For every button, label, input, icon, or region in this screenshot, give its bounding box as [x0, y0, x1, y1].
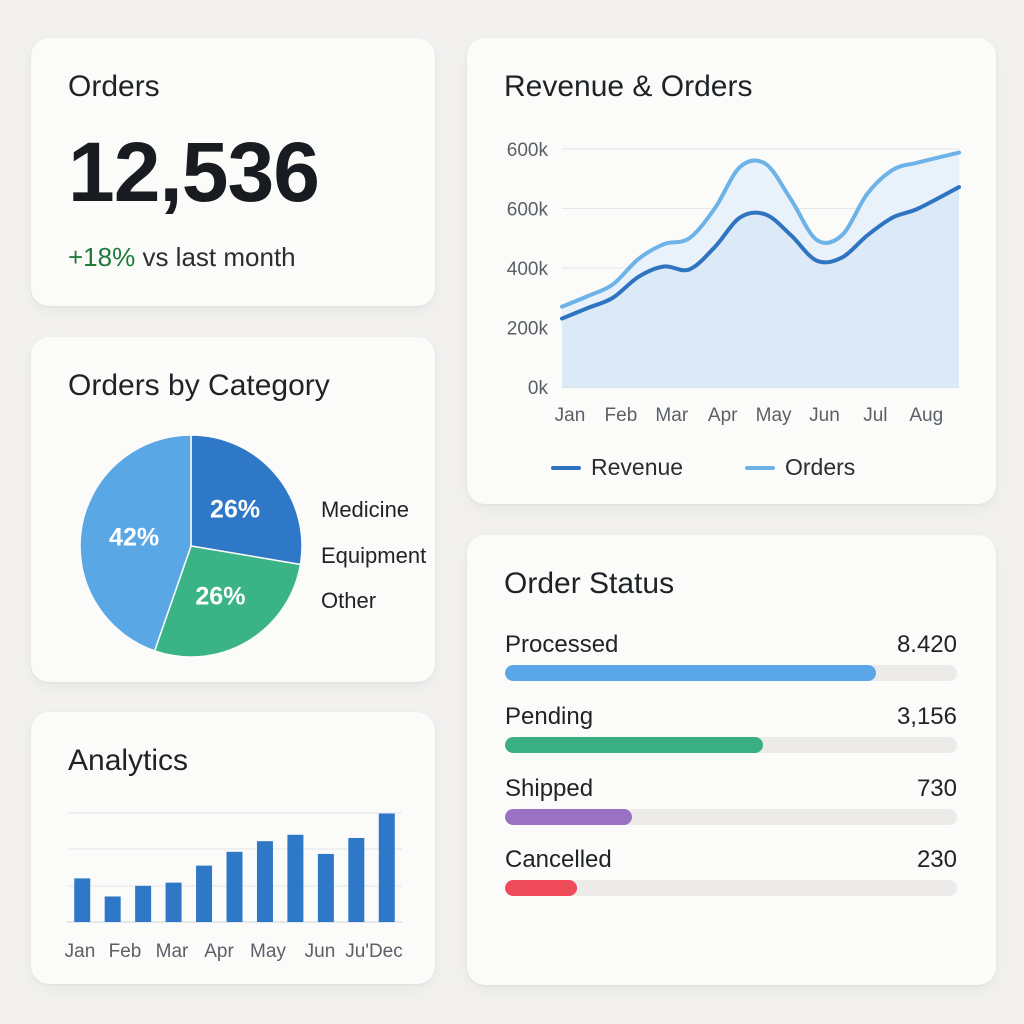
analytics-bar: [196, 865, 213, 922]
analytics-bar: [317, 853, 334, 922]
x-tick-label: Apr: [708, 405, 738, 426]
status-track-cancelled: [505, 880, 957, 896]
status-label-processed: Processed: [505, 631, 619, 658]
x-tick-label: Feb: [605, 405, 638, 426]
legend-orders[interactable]: Orders: [745, 454, 855, 481]
order-status-title: Order Status: [504, 567, 675, 600]
analytics-bar: [226, 851, 243, 922]
y-tick-label: 0k: [528, 378, 549, 399]
bar-x-tick-label: Jan: [65, 941, 96, 962]
analytics-bar: [256, 841, 273, 922]
x-tick-label: Jun: [809, 405, 840, 426]
pie-slice-label: 26%: [195, 583, 245, 611]
status-value-cancelled: 230: [916, 846, 957, 873]
orders-title: Orders: [68, 70, 160, 103]
category-legend-other: Other: [321, 588, 377, 613]
pie-slice-label: 42%: [109, 523, 159, 551]
status-fill-pending: [505, 737, 763, 753]
orders-by-category-card: Orders by Category 26% 26% 42% Medicine Eq…: [31, 337, 435, 682]
status-row-shipped: Shipped 730: [505, 775, 957, 827]
y-tick-label: 200k: [507, 319, 549, 340]
revenue-orders-chart: 0k 200k 400k 600k 600k Jan Feb Mar Apr May Jun Jul A…: [507, 140, 961, 426]
status-fill-cancelled: [505, 880, 578, 896]
status-value-pending: 3,156: [896, 703, 957, 730]
analytics-bar: [165, 882, 182, 922]
bar-x-tick-label: Mar: [156, 941, 189, 962]
orders-card: Orders 12,536 +18% vs last month: [31, 38, 435, 306]
y-tick-label: 600k: [507, 200, 549, 221]
x-tick-label: Aug: [909, 405, 943, 426]
order-status-card: Order Status Processed 8.420 Pending 3,1…: [467, 535, 996, 985]
bar-x-tick-label: Apr: [204, 941, 234, 962]
analytics-bar: [348, 837, 365, 922]
category-legend-equipment: Equipment: [321, 543, 427, 568]
status-track-shipped: [505, 809, 957, 825]
x-tick-label: Jan: [555, 405, 586, 426]
status-row-pending: Pending 3,156: [505, 703, 957, 755]
status-track-pending: [505, 737, 957, 753]
legend-orders-label: Orders: [785, 454, 856, 480]
status-value-shipped: 730: [916, 775, 957, 802]
analytics-bar: [104, 896, 121, 922]
status-value-processed: 8.420: [896, 631, 957, 658]
status-label-pending: Pending: [505, 703, 594, 730]
orders-change: +18% vs last month: [68, 242, 296, 273]
revenue-orders-card: Revenue & Orders 0k 200k 400k 600k 600k Jan Fe…: [467, 38, 996, 504]
x-tick-label: Jul: [863, 405, 887, 426]
analytics-bar: [287, 834, 304, 922]
status-fill-processed: [505, 665, 876, 681]
status-fill-shipped: [505, 809, 632, 825]
legend-orders-swatch: [745, 465, 775, 470]
y-tick-label: 400k: [507, 259, 549, 280]
bar-x-tick-label: Ju'Dec: [345, 941, 402, 962]
category-pie-chart: 26% 26% 42%: [79, 434, 303, 658]
analytics-bar: [74, 878, 91, 922]
legend-revenue[interactable]: Revenue: [551, 454, 683, 481]
bar-x-tick-label: Jun: [305, 941, 336, 962]
category-legend-medicine: Medicine: [321, 497, 410, 522]
orders-change-suffix: vs last month: [135, 242, 296, 272]
status-label-shipped: Shipped: [505, 775, 594, 802]
y-tick-label: 600k: [507, 140, 549, 161]
status-track-processed: [505, 665, 957, 681]
status-row-cancelled: Cancelled 230: [505, 846, 957, 898]
orders-value: 12,536: [68, 125, 320, 219]
status-row-processed: Processed 8.420: [505, 631, 957, 683]
bar-x-tick-label: May: [250, 941, 286, 962]
pie-slice-label: 26%: [210, 496, 260, 524]
status-label-cancelled: Cancelled: [505, 846, 612, 873]
x-tick-label: May: [756, 405, 792, 426]
x-tick-label: Mar: [655, 405, 688, 426]
legend-revenue-label: Revenue: [591, 454, 684, 480]
analytics-bar-chart: Jan Feb Mar Apr May Jun Ju'Dec: [65, 812, 403, 962]
bar-x-tick-label: Feb: [109, 941, 142, 962]
analytics-bar: [135, 885, 152, 922]
legend-revenue-swatch: [551, 465, 581, 470]
analytics-bar: [378, 813, 395, 922]
orders-change-percent: +18%: [68, 242, 136, 272]
analytics-card: Analytics Jan Feb Mar Apr May Jun Ju'Dec: [31, 712, 435, 984]
